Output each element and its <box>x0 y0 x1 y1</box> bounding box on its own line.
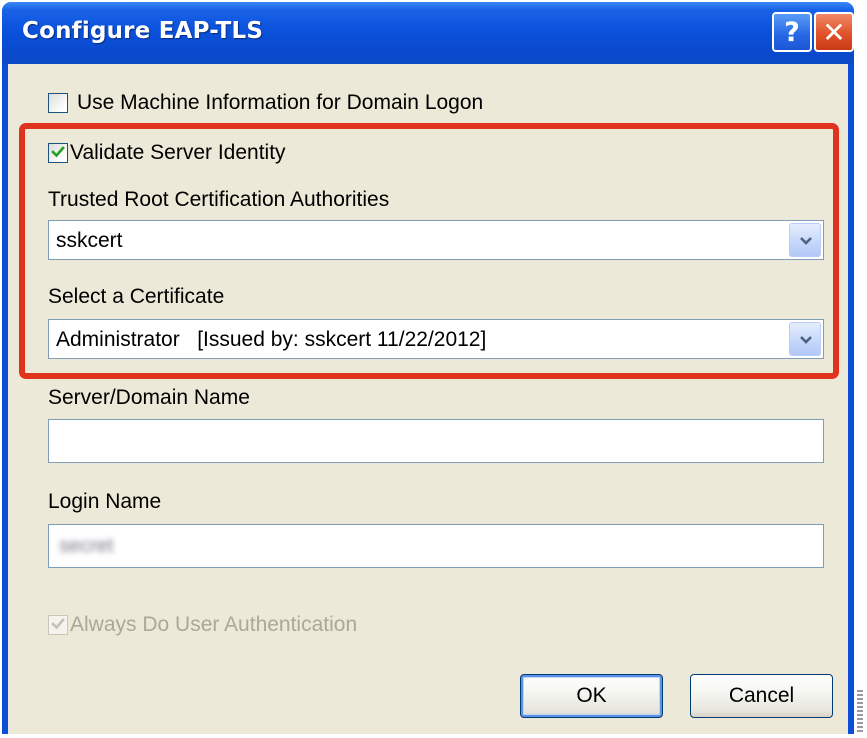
chevron-down-icon <box>800 336 812 344</box>
certificate-dropdown[interactable]: Administrator [Issued by: sskcert 11/22/… <box>48 319 824 359</box>
login-name-value-obscured: secret <box>59 535 114 557</box>
title-bar[interactable]: Configure EAP-TLS ? ✕ <box>2 2 854 64</box>
use-machine-info-checkbox[interactable] <box>48 93 68 113</box>
server-domain-input[interactable] <box>48 419 824 463</box>
always-user-auth-label: Always Do User Authentication <box>70 613 358 636</box>
help-icon: ? <box>784 16 800 48</box>
chevron-down-icon <box>800 237 812 245</box>
login-name-label: Login Name <box>48 490 162 513</box>
server-domain-label: Server/Domain Name <box>48 386 250 409</box>
dialog-body: Use Machine Information for Domain Logon… <box>8 64 848 734</box>
trusted-root-value: sskcert <box>56 229 123 252</box>
close-button[interactable]: ✕ <box>814 12 854 52</box>
dialog-title: Configure EAP-TLS <box>22 18 264 44</box>
certificate-label: Select a Certificate <box>48 285 225 308</box>
trusted-root-label: Trusted Root Certification Authorities <box>48 188 390 211</box>
checkmark-icon <box>51 618 65 630</box>
certificate-dropdown-button[interactable] <box>789 322 821 356</box>
cancel-button[interactable]: Cancel <box>690 674 833 718</box>
use-machine-info-label[interactable]: Use Machine Information for Domain Logon <box>77 91 483 115</box>
certificate-value: Administrator [Issued by: sskcert 11/22/… <box>56 328 487 351</box>
validate-server-label[interactable]: Validate Server Identity <box>70 141 286 165</box>
configure-eap-tls-dialog: Configure EAP-TLS ? ✕ Use Machine Inform… <box>2 2 854 734</box>
resize-grip <box>857 690 863 734</box>
always-user-auth-checkbox <box>48 615 68 635</box>
checkmark-icon <box>51 146 65 158</box>
validate-server-checkbox[interactable] <box>48 143 68 163</box>
trusted-root-dropdown[interactable]: sskcert <box>48 220 824 260</box>
login-name-input[interactable]: secret <box>48 524 824 568</box>
help-button[interactable]: ? <box>772 12 812 52</box>
ok-button[interactable]: OK <box>520 674 663 718</box>
trusted-root-dropdown-button[interactable] <box>789 223 821 257</box>
close-icon: ✕ <box>822 15 846 49</box>
